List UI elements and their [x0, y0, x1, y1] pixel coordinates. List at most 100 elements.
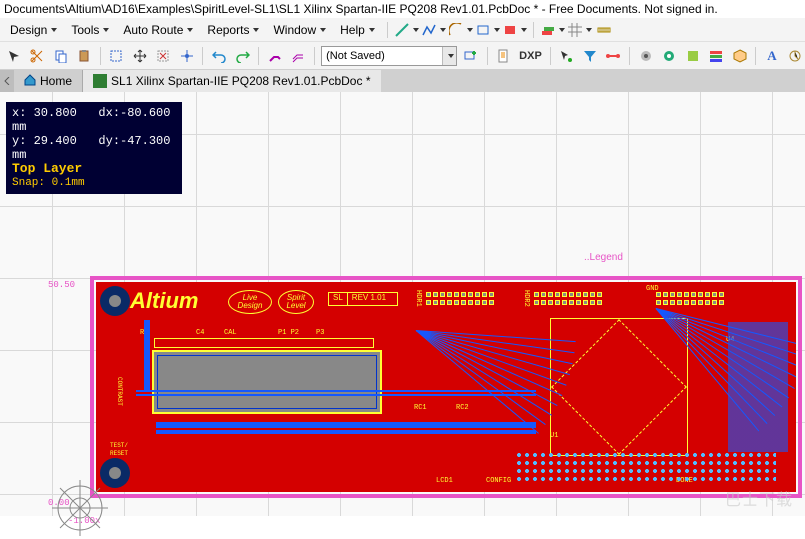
tab-scroll-left[interactable] [0, 70, 14, 92]
3d-icon[interactable] [730, 46, 749, 66]
pcbdoc-icon [93, 74, 107, 88]
layers-button[interactable] [540, 22, 565, 38]
menu-window[interactable]: Window [267, 21, 332, 39]
legend-text: ..Legend [584, 252, 623, 263]
route-diff-pair-icon[interactable] [289, 46, 308, 66]
filter-icon[interactable] [580, 46, 599, 66]
hud-layer: Top Layer [12, 162, 176, 176]
ruler-button[interactable] [594, 20, 614, 40]
board-top-layer: Altium LiveDesign SpiritLevel SLREV 1.01… [96, 282, 796, 492]
menu-tools[interactable]: Tools [65, 21, 115, 39]
dxp-button[interactable]: DXP [517, 46, 544, 66]
grid-button[interactable] [567, 22, 592, 38]
dimension-icon[interactable] [786, 46, 805, 66]
chevron-down-icon [586, 28, 592, 32]
ref-contrast: CONTRAST [116, 377, 123, 406]
hdr1-pins-2 [426, 300, 494, 305]
hdr2-pins-2 [534, 300, 602, 305]
draw-arc-button[interactable] [448, 22, 473, 38]
chevron-down-icon [494, 28, 500, 32]
menu-design[interactable]: Design [4, 21, 63, 39]
move-icon[interactable] [130, 46, 149, 66]
separator [100, 47, 101, 65]
chevron-down-icon [559, 28, 565, 32]
menu-reports-label: Reports [207, 23, 249, 37]
separator [629, 47, 630, 65]
ref-cal: CAL [224, 329, 237, 337]
hud-y: y: 29.400 [12, 134, 77, 148]
net-color-icon[interactable] [604, 46, 623, 66]
ref-c4: C4 [196, 329, 204, 337]
paste-icon[interactable] [74, 46, 93, 66]
chevron-down-icon [440, 28, 446, 32]
origin-marker [52, 480, 108, 536]
draw-rect-button[interactable] [475, 22, 500, 38]
chevron-down-icon [320, 28, 326, 32]
chevron-down-icon [51, 28, 57, 32]
draw-polyline-button[interactable] [421, 22, 446, 38]
cursor-hud: x: 30.800 dx:-80.600 mm y: 29.400 dy:-47… [6, 102, 182, 194]
home-icon [24, 74, 36, 89]
ref-test: TEST/ [110, 442, 128, 449]
ref-p3: P3 [316, 329, 324, 337]
ref-p1p2: P1 P2 [278, 329, 299, 337]
menu-design-label: Design [10, 23, 47, 37]
menu-reports[interactable]: Reports [201, 21, 265, 39]
place-string-icon[interactable]: A [762, 46, 781, 66]
menu-auto-route[interactable]: Auto Route [117, 21, 199, 39]
report-icon[interactable] [494, 46, 513, 66]
copy-icon[interactable] [51, 46, 70, 66]
toolbar: (Not Saved) DXP A [0, 42, 805, 70]
scissors-icon[interactable] [27, 46, 46, 66]
separator [258, 47, 259, 65]
pcb-board[interactable]: Altium LiveDesign SpiritLevel SLREV 1.01… [96, 282, 796, 492]
hud-x: x: 30.800 [12, 106, 77, 120]
draw-fill-button[interactable] [502, 22, 527, 38]
via-array [516, 452, 776, 482]
header-row-top [154, 338, 374, 348]
menu-tools-label: Tools [71, 23, 99, 37]
cursor-pick-icon[interactable] [557, 46, 576, 66]
menu-help[interactable]: Help [334, 21, 381, 39]
trace-fanout-right [656, 288, 796, 438]
undo-icon[interactable] [209, 46, 228, 66]
tab-document[interactable]: SL1 Xilinx Spartan-IIE PQ208 Rev1.01.Pcb… [83, 70, 380, 92]
pad-icon[interactable] [659, 46, 678, 66]
paste-special-icon[interactable] [683, 46, 702, 66]
ref-hdr2: HDR2 [522, 290, 530, 307]
ref-lcd1: LCD1 [436, 477, 453, 485]
separator [755, 47, 756, 65]
tab-home[interactable]: Home [14, 70, 83, 92]
separator [202, 47, 203, 65]
pcb-workspace[interactable]: ..Legend 50.50 0.00 -1.00x Altium LiveDe… [0, 92, 805, 516]
separator [314, 47, 315, 65]
watermark: 巴士下载 [725, 486, 793, 510]
deselect-icon[interactable] [154, 46, 173, 66]
route-track-icon[interactable] [265, 46, 284, 66]
via-icon[interactable] [636, 46, 655, 66]
chevron-down-icon [521, 28, 527, 32]
redo-icon[interactable] [233, 46, 252, 66]
menu-help-label: Help [340, 23, 365, 37]
saved-view-dropdown[interactable]: (Not Saved) [321, 46, 457, 66]
lcd-footprint [152, 350, 382, 414]
ref-reset: RESET [110, 450, 128, 457]
spirit-level-logo: SpiritLevel [278, 290, 314, 314]
separator [387, 22, 388, 38]
select-rect-icon[interactable] [107, 46, 126, 66]
live-design-logo: LiveDesign [228, 290, 272, 314]
separator [487, 47, 488, 65]
ref-config: CONFIG [486, 477, 511, 485]
chevron-down-icon [253, 28, 259, 32]
hud-snap: Snap: 0.1mm [12, 176, 176, 190]
menu-bar: Design Tools Auto Route Reports Window H… [0, 18, 805, 42]
snap-icon[interactable] [177, 46, 196, 66]
draw-line-button[interactable] [394, 22, 419, 38]
layer-stack-icon[interactable] [706, 46, 725, 66]
trace-fanout [416, 310, 566, 460]
add-view-icon[interactable] [461, 46, 480, 66]
separator [533, 22, 534, 38]
trace [144, 320, 150, 390]
pointer-tool[interactable] [4, 46, 23, 66]
mounting-hole-tl [100, 286, 130, 316]
